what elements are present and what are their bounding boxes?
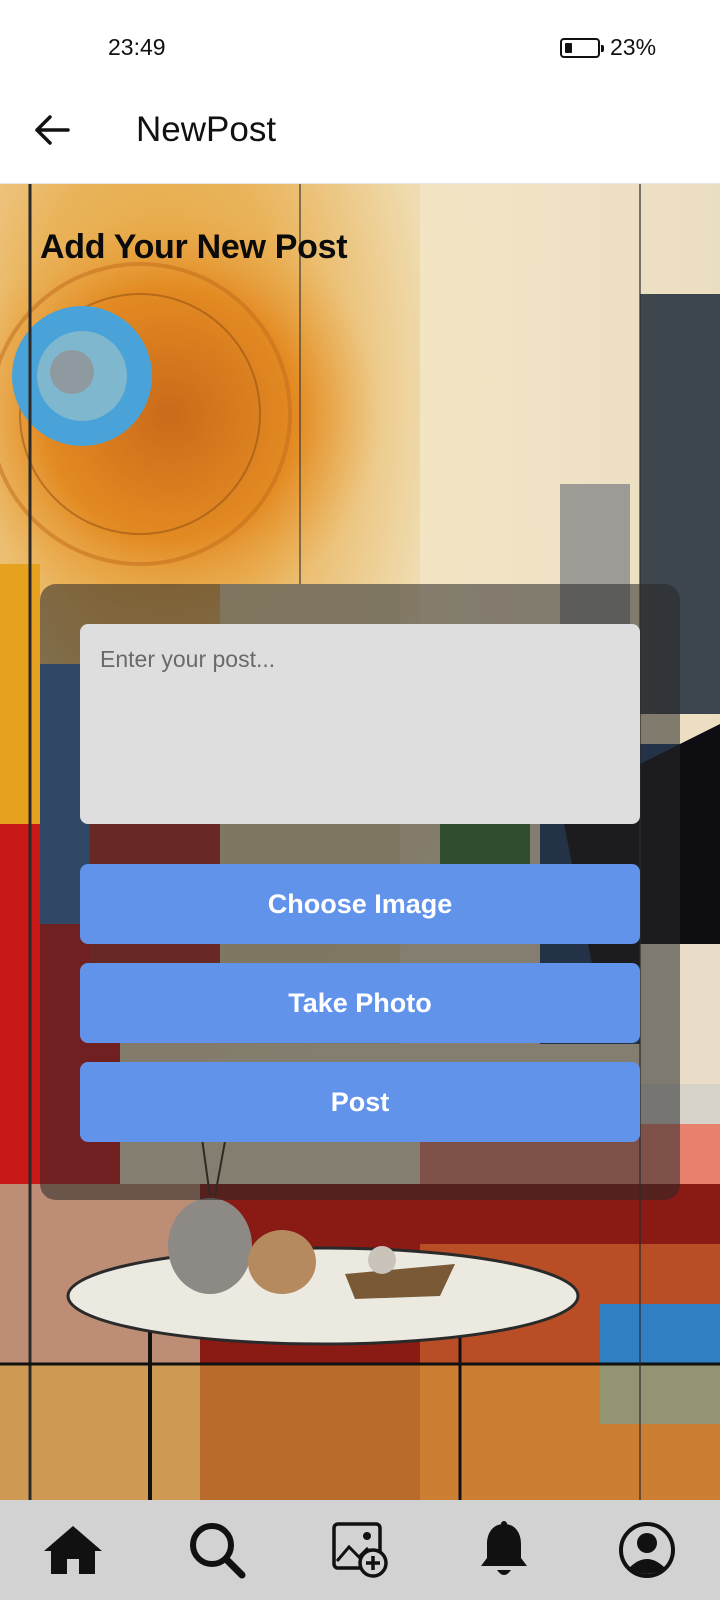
bottom-navigation: [0, 1500, 720, 1600]
add-image-icon: [332, 1522, 388, 1578]
app-bar: NewPost: [0, 90, 720, 184]
battery-level: [565, 43, 572, 53]
new-post-form: Choose Image Take Photo Post: [40, 584, 680, 1200]
arrow-left-icon: [35, 115, 70, 145]
new-post-screen: 23:49 23% NewPost Add Your New Post Ente…: [0, 0, 720, 1600]
post-input[interactable]: [80, 624, 640, 824]
nav-notifications[interactable]: [471, 1517, 537, 1583]
nav-profile[interactable]: [614, 1517, 680, 1583]
nav-add-post[interactable]: [327, 1517, 393, 1583]
nav-home[interactable]: [40, 1517, 106, 1583]
status-bar: 23:49 23%: [0, 0, 720, 90]
home-icon: [44, 1526, 102, 1574]
back-button[interactable]: [28, 106, 76, 154]
battery-icon: [560, 38, 604, 58]
post-button[interactable]: Post: [80, 1062, 640, 1142]
battery-percentage: 23%: [610, 34, 657, 60]
choose-image-button[interactable]: Choose Image: [80, 864, 640, 944]
nav-search[interactable]: [184, 1517, 250, 1583]
page-title: NewPost: [136, 110, 277, 149]
page-heading: Add Your New Post: [40, 228, 348, 266]
profile-icon: [619, 1522, 675, 1578]
bell-icon: [480, 1521, 527, 1575]
search-icon: [189, 1523, 245, 1579]
status-time: 23:49: [108, 34, 166, 60]
take-photo-button[interactable]: Take Photo: [80, 963, 640, 1043]
